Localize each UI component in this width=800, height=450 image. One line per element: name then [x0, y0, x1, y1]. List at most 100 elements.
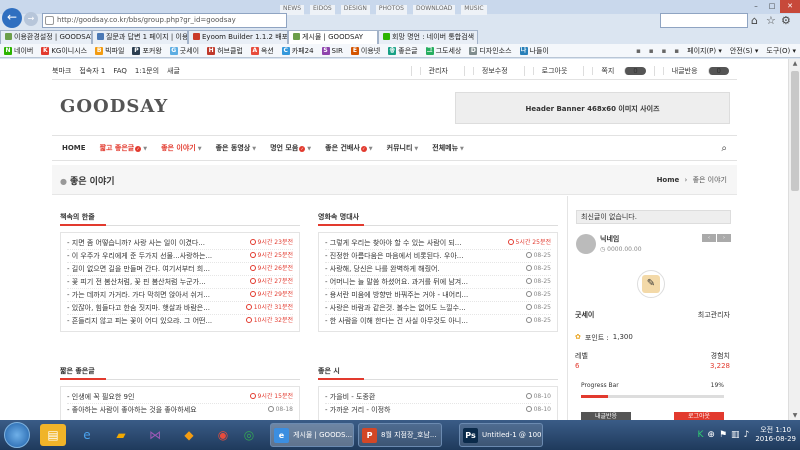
list-item[interactable]: - 이 우주가 우리에게 준 두가지 선물...사랑하는... 9시간 25분전 [67, 250, 293, 263]
favorites-star-icon[interactable]: ☆ [766, 14, 776, 27]
browser-menu-5[interactable]: MUSIC [461, 5, 487, 15]
browser-tab-3[interactable]: 게시물 | GOODSAY [288, 30, 378, 44]
close-button[interactable]: ✕ [780, 0, 800, 13]
top-link-1[interactable]: 접속자 1 [79, 67, 105, 75]
browser-search-input[interactable] [660, 13, 748, 28]
list-item[interactable]: - 가는 데까지 가거라. 가다 막히면 앉아서 쉬거... 9시간 29분전 [67, 289, 293, 302]
list-item[interactable]: - 가까운 거리 - 이정하 08-10 [325, 404, 551, 416]
top-right-link-3[interactable]: 쪽지 0 [583, 66, 653, 76]
bookmark-item-1[interactable]: K KG이니시스 [41, 46, 87, 56]
forward-button[interactable]: → [24, 12, 38, 26]
home-cmd-icon[interactable]: ▪ [636, 47, 641, 55]
nav-item-0[interactable]: HOME [62, 144, 86, 152]
back-button[interactable]: ← [2, 8, 22, 28]
chrome-icon[interactable]: ◎ [236, 424, 262, 446]
print-icon[interactable]: ▪ [674, 47, 679, 55]
post-title[interactable]: - 지면 좀 어떻습니까? 사랑 사는 일이 이겼다... [67, 237, 227, 249]
volume-icon[interactable]: ♪ [744, 430, 750, 440]
board-title-text[interactable]: 책속의 한줄 [60, 213, 95, 221]
browser-tab-4[interactable]: 회망 명언 : 네이버 통합검색 [378, 30, 478, 44]
top-right-link-0[interactable]: 관리자 [410, 66, 464, 76]
post-title[interactable]: - 가까운 거리 - 이정하 [325, 404, 485, 416]
post-title[interactable]: - 길이 없으면 길을 만들며 간다. 여기서부터 희... [67, 263, 227, 275]
post-title[interactable]: - 사랑해, 당신은 나를 완벽하게 해줬어. [325, 263, 485, 275]
network-icon[interactable]: ▥ [731, 430, 740, 440]
language-icon[interactable]: ⊕ [707, 430, 715, 440]
top-link-0[interactable]: 북마크 [52, 67, 71, 75]
command-menu-0[interactable]: 페이지(P) ▾ [687, 46, 722, 56]
next-button[interactable]: › [717, 234, 731, 242]
flag-icon[interactable]: ⚑ [719, 430, 727, 440]
nav-item-4[interactable]: 명언 모음 ✓ ▼ [270, 143, 311, 153]
post-title[interactable]: - 진정한 아름다움은 마음에서 비롯된다. 우아... [325, 250, 485, 262]
post-title[interactable]: - 가을비 - 도종환 [325, 391, 485, 403]
nav-item-1[interactable]: 짧고 좋은글 ✓ ▼ [100, 143, 147, 153]
page-scrollbar[interactable]: ▲ ▼ [788, 59, 800, 420]
list-item[interactable]: - 흔들리지 않고 피는 꽃이 어디 있으랴. 그 어떤... 10시간 32분전 [67, 315, 293, 327]
list-item[interactable]: - 그렇게 우리는 찾아야 할 수 있는 사람이 되... 5시간 25분전 [325, 237, 551, 250]
board-title-text[interactable]: 영화속 명대사 [318, 213, 359, 221]
list-item[interactable]: - 가을비 - 도종환 08-10 [325, 391, 551, 404]
bookmark-item-9[interactable]: E 이용넷 [350, 46, 380, 56]
prev-button[interactable]: ‹ [702, 234, 716, 242]
post-title[interactable]: - 이 우주가 우리에게 준 두가지 선물...사랑하는... [67, 250, 227, 262]
post-title[interactable]: - 있잖아, 힘들다고 한숨 짓지마. 햇살과 바람은... [67, 302, 227, 314]
list-item[interactable]: - 좋아하는 사람이 좋아하는 것을 좋아하세요 08-18 [67, 404, 293, 416]
list-item[interactable]: - 꽃 피기 전 봄산처럼, 꽃 핀 봄산처럼 누군가... 9시간 27분전 [67, 276, 293, 289]
bookmark-item-8[interactable]: S SIR [321, 46, 343, 55]
address-bar[interactable]: http://goodsay.co.kr/bbs/group.php?gr_id… [42, 13, 287, 28]
browser-menu-4[interactable]: DOWNLOAD [412, 5, 456, 15]
post-title[interactable]: - 한 사람을 이해 한다는 건 사실 아무것도 아니... [325, 315, 485, 327]
taskbar-task-0[interactable]: e 게시물 | GOODS... [270, 423, 354, 447]
nav-item-5[interactable]: 좋은 건배사 ✓ ▼ [325, 143, 373, 153]
header-banner[interactable]: Header Banner 468x60 이미지 사이즈 [455, 92, 730, 124]
top-right-link-2[interactable]: 로그아웃 [523, 66, 584, 76]
post-title[interactable]: - 어머니는 늘 말씀 하셨어요. 과거를 뒤에 남겨... [325, 276, 485, 288]
browser-menu-3[interactable]: PHOTOS [375, 5, 407, 15]
taskbar-task-2[interactable]: Ps Untitled-1 @ 100... [459, 423, 543, 447]
post-title[interactable]: - 가는 데까지 가거라. 가다 막히면 앉아서 쉬거... [67, 289, 227, 301]
home-icon[interactable]: ⌂ [751, 14, 758, 27]
command-menu-2[interactable]: 도구(O) ▾ [766, 46, 796, 56]
minimize-button[interactable]: – [748, 0, 764, 13]
user-app-icon[interactable]: ◉ [210, 424, 236, 446]
post-title[interactable]: - 흔들리지 않고 피는 꽃이 어디 있으랴. 그 어떤... [67, 315, 227, 327]
k-app-icon[interactable]: K [698, 430, 704, 440]
bookmark-item-3[interactable]: P 포커왕 [132, 46, 162, 56]
taskbar-task-1[interactable]: P 8월 지점장_호남... [358, 423, 442, 447]
bookmark-item-6[interactable]: A 옥션 [250, 46, 274, 56]
breadcrumb-home[interactable]: Home [657, 176, 680, 184]
top-link-2[interactable]: FAQ [113, 67, 127, 75]
visual-studio-icon[interactable]: ⋈ [142, 424, 168, 446]
list-item[interactable]: - 용서란 미움에 방향만 바꿔주는 거야 - 내어리... 08-25 [325, 289, 551, 302]
browser-tab-2[interactable]: Eyoom Builder 1.1.2 배포 및 [188, 30, 288, 44]
list-item[interactable]: - 있잖아, 힘들다고 한숨 짓지마. 햇살과 바람은... 10시간 31분전 [67, 302, 293, 315]
list-item[interactable]: - 진정한 아름다움은 마음에서 비롯된다. 우아... 08-25 [325, 250, 551, 263]
scroll-up-icon[interactable]: ▲ [789, 60, 800, 67]
bookmark-item-4[interactable]: G 굿세이 [169, 46, 199, 56]
bookmark-item-0[interactable]: N 네이버 [4, 46, 33, 56]
board-title-text[interactable]: 짧은 좋은글 [60, 367, 95, 375]
bookmark-item-11[interactable]: 그 그도세상 [425, 46, 461, 56]
cube-app-icon[interactable]: ◆ [176, 424, 202, 446]
list-item[interactable]: - 길이 없으면 길을 만들며 간다. 여기서부터 희... 9시간 26분전 [67, 263, 293, 276]
list-item[interactable]: - 사랑은 바람과 같은것. 볼수는 없어도 느낄수... 08-25 [325, 302, 551, 315]
post-title[interactable]: - 인생에 꼭 필요한 9인 [67, 391, 227, 403]
maximize-button[interactable]: □ [764, 0, 780, 13]
board-title-text[interactable]: 좋은 시 [318, 367, 340, 375]
search-icon[interactable]: ⌕ [721, 143, 727, 154]
post-title[interactable]: - 좋아하는 사람이 좋아하는 것을 좋아하세요 [67, 404, 227, 416]
mail-icon[interactable]: ▪ [662, 47, 667, 55]
post-title[interactable]: - 용서란 미움에 방향만 바꿔주는 거야 - 내어리... [325, 289, 485, 301]
top-right-link-1[interactable]: 정보수정 [463, 66, 524, 76]
browser-tab-0[interactable]: 이용환경설정 | GOODSAY [0, 30, 92, 44]
internet-explorer-icon[interactable]: e [74, 424, 100, 446]
nav-item-2[interactable]: 좋은 이야기 ▼ [161, 143, 202, 153]
feed-icon[interactable]: ▪ [649, 47, 654, 55]
nav-item-3[interactable]: 좋은 동영상 ▼ [216, 143, 257, 153]
list-item[interactable]: - 어머니는 늘 말씀 하셨어요. 과거를 뒤에 남겨... 08-25 [325, 276, 551, 289]
nav-item-7[interactable]: 전체메뉴 ▼ [432, 143, 464, 153]
file-explorer-icon[interactable]: ▤ [40, 424, 66, 446]
post-title[interactable]: - 그렇게 우리는 찾아야 할 수 있는 사람이 되... [325, 237, 485, 249]
browser-menu-2[interactable]: DESIGN [340, 5, 370, 15]
